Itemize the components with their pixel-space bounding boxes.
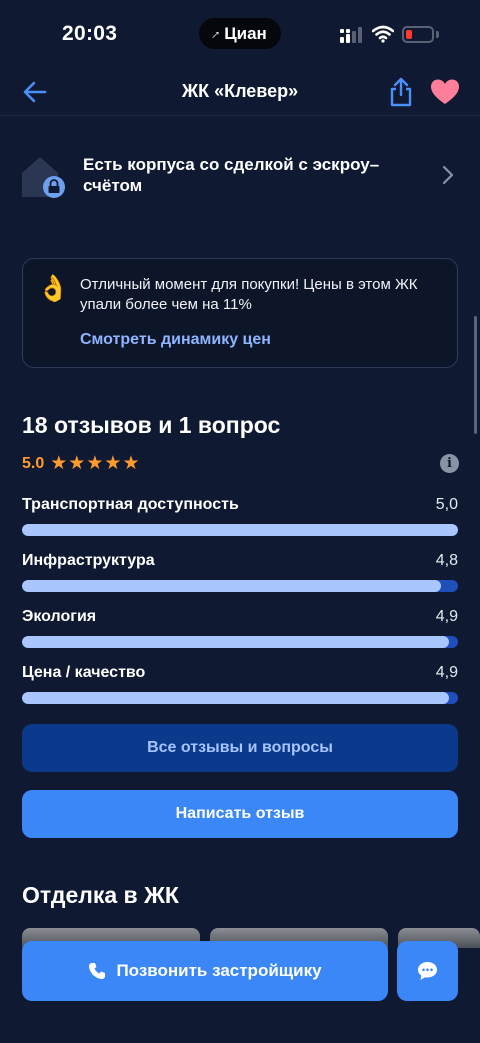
metric-label: Экология [22,608,97,625]
chat-button[interactable] [397,941,458,1001]
status-bar: 20:03 ↑ Циан [0,0,480,68]
metric-value: 4,9 [435,608,458,625]
battery-tip [436,31,439,38]
metric-bar [22,692,458,704]
finishing-title: Отделка в ЖК [22,882,179,908]
star-icon: ★ [122,453,140,474]
metric-fill [22,692,450,704]
scrollbar[interactable] [474,316,477,434]
metric-bar [22,524,458,536]
rating-row: 5.0 ★ ★ ★ ★ ★ [22,453,140,475]
escrow-banner[interactable]: Есть корпуса со сделкой с эскроу–счётом [0,140,480,210]
battery-level [406,30,412,39]
phone-icon [89,963,106,979]
app-badge[interactable]: ↑ Циан [199,18,281,49]
rating-value: 5.0 [22,455,45,472]
price-drop-text: Отличный момент для покупки! Цены в этом… [80,276,418,313]
metric-label: Инфраструктура [22,552,155,569]
metric-fill [22,524,458,536]
chevron-right-icon [442,165,454,185]
metric-value: 4,9 [435,664,458,681]
nav-bar: ЖК «Клевер» [0,68,480,116]
metric-value: 4,8 [435,552,458,569]
status-time: 20:03 [62,22,118,45]
info-icon[interactable]: i [440,454,459,473]
star-icon: ★ [86,453,104,474]
metric-price-quality: Цена / качество 4,9 [22,664,458,710]
metric-label: Цена / качество [22,664,146,681]
wifi-icon [372,25,394,43]
ok-hand-icon: 👌 [37,273,70,303]
metric-transport: Транспортная доступность 5,0 [22,496,458,542]
bottom-action-bar: Позвонить застройщику [0,932,480,1043]
metric-bar [22,580,458,592]
metric-infrastructure: Инфраструктура 4,8 [22,552,458,598]
arrow-icon: ↑ [208,25,225,42]
metric-fill [22,580,441,592]
chat-icon [418,962,437,980]
star-icon: ★ [68,453,86,474]
reviews-title: 18 отзывов и 1 вопрос [22,412,281,438]
all-reviews-button[interactable]: Все отзывы и вопросы [22,724,458,772]
share-icon[interactable] [388,76,414,108]
price-dynamics-link[interactable]: Смотреть динамику цен [80,331,271,349]
star-icon: ★ [104,453,122,474]
write-review-button[interactable]: Написать отзыв [22,790,458,838]
call-developer-button[interactable]: Позвонить застройщику [22,941,388,1001]
heart-icon[interactable] [430,78,460,106]
escrow-text: Есть корпуса со сделкой с эскроу–счётом [83,155,380,195]
signal-icon [340,27,362,43]
metric-fill [22,636,450,648]
metric-label: Транспортная доступность [22,496,239,513]
app-badge-label: Циан [224,23,267,43]
metric-value: 5,0 [435,496,458,513]
battery-icon [402,26,434,43]
metric-ecology: Экология 4,9 [22,608,458,654]
star-icon: ★ [50,453,68,474]
metric-bar [22,636,458,648]
price-drop-card: 👌 Отличный момент для покупки! Цены в эт… [22,258,458,368]
call-developer-label: Позвонить застройщику [116,961,322,980]
house-lock-icon [22,157,65,198]
